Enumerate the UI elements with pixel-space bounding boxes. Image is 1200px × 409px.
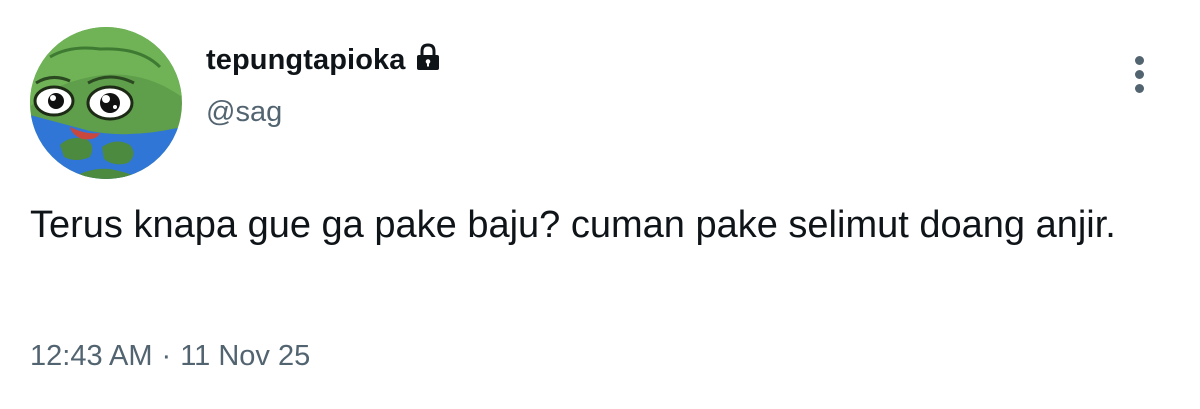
display-name-row: tepungtapioka <box>206 40 443 80</box>
tweet-text: Terus knapa gue ga pake baju? cuman pake… <box>30 204 1116 246</box>
pepe-frog-avatar-icon <box>30 27 182 179</box>
tweet-meta: 12:43 AM · 11 Nov 25 <box>30 340 310 373</box>
lock-icon <box>413 42 443 72</box>
more-vertical-icon <box>1135 56 1144 65</box>
meta-separator: · <box>161 340 172 372</box>
more-vertical-icon-dot <box>1135 84 1144 93</box>
display-name[interactable]: tepungtapioka <box>206 44 405 77</box>
avatar[interactable] <box>30 27 182 179</box>
more-vertical-icon-dot <box>1135 70 1144 79</box>
tweet-date[interactable]: 11 Nov 25 <box>180 340 310 373</box>
tweet-card: tepungtapioka @sag Terus knapa gue ga pa… <box>0 0 1200 409</box>
user-handle[interactable]: @sag <box>206 96 282 129</box>
tweet-time[interactable]: 12:43 AM <box>30 340 153 373</box>
more-options-button[interactable] <box>1122 50 1158 98</box>
